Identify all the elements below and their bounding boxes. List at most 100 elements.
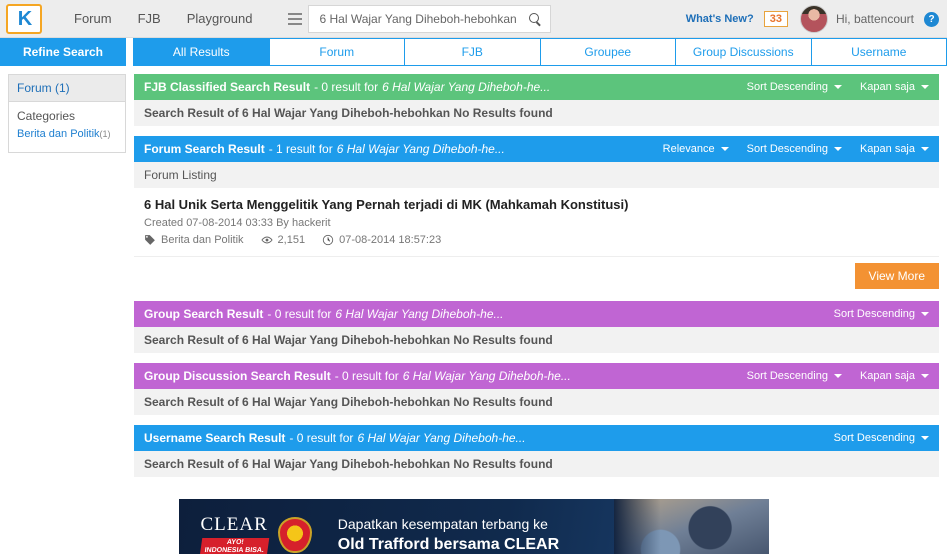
- clear-tagline-line1: AYO!: [225, 538, 244, 546]
- view-more-row: View More: [134, 257, 939, 291]
- tab-group-discussions[interactable]: Group Discussions: [676, 38, 812, 66]
- sort-descending-dropdown[interactable]: Sort Descending: [747, 143, 842, 155]
- sort-descending-dropdown[interactable]: Sort Descending: [834, 432, 929, 444]
- section-title: Group Discussion Search Result: [144, 369, 331, 383]
- header-right-area: What's New? 33 Hi, battencourt ?: [686, 0, 939, 38]
- section-controls: Sort Descending: [816, 432, 929, 444]
- chevron-down-icon: [720, 147, 729, 151]
- section-query: 6 Hal Wajar Yang Diheboh-he...: [336, 142, 505, 156]
- section-header-username: Username Search Result - 0 result for 6 …: [134, 425, 939, 451]
- search-box[interactable]: [308, 4, 552, 33]
- section-group: Group Search Result - 0 result for 6 Hal…: [134, 301, 939, 353]
- sort-descending-dropdown[interactable]: Sort Descending: [747, 81, 842, 93]
- section-no-results-note: Search Result of 6 Hal Wajar Yang Dihebo…: [134, 389, 939, 415]
- section-header-fjb: FJB Classified Search Result - 0 result …: [134, 74, 939, 100]
- notification-count-badge[interactable]: 33: [763, 11, 788, 27]
- sort-descending-dropdown[interactable]: Sort Descending: [747, 370, 842, 382]
- banner-ad-clear[interactable]: CLEAR AYO! INDONESIA BISA. Dapatkan kese…: [178, 499, 769, 554]
- banner-line-1: Dapatkan kesempatan terbang ke: [337, 515, 548, 532]
- result-category-label: Berita dan Politik: [161, 234, 244, 246]
- help-icon[interactable]: ?: [924, 11, 939, 27]
- relevance-label: Relevance: [662, 143, 715, 155]
- sidebar-category-count: (1): [99, 129, 111, 139]
- tab-all-results[interactable]: All Results: [133, 38, 270, 66]
- search-input[interactable]: [317, 10, 529, 27]
- section-result-count: - 1 result for: [268, 142, 333, 156]
- list-item[interactable]: 6 Hal Unik Serta Menggelitik Yang Pernah…: [134, 188, 939, 257]
- tab-groupee[interactable]: Groupee: [540, 38, 676, 66]
- hamburger-bar: [288, 17, 303, 20]
- section-title: Username Search Result: [144, 431, 286, 445]
- user-greeting[interactable]: Hi, battencourt: [836, 12, 914, 26]
- sort-descending-label: Sort Descending: [746, 81, 828, 93]
- banner-football-photo: [613, 499, 769, 554]
- clock-icon: [322, 234, 334, 246]
- refine-search-button[interactable]: Refine Search: [0, 38, 126, 66]
- sidebar-item-forum[interactable]: Forum (1): [9, 75, 125, 102]
- section-controls: Sort Descending: [816, 308, 929, 320]
- manchester-united-crest-icon: [277, 517, 312, 553]
- tab-fjb[interactable]: FJB: [405, 38, 541, 66]
- tab-bar: Refine Search All Results Forum FJB Grou…: [0, 38, 947, 66]
- search-icon[interactable]: [528, 12, 542, 26]
- relevance-dropdown[interactable]: Relevance: [663, 143, 729, 155]
- section-result-count: - 0 result for: [314, 80, 379, 94]
- result-category[interactable]: Berita dan Politik: [144, 234, 244, 246]
- section-controls: Relevance Sort Descending Kapan saja: [645, 143, 929, 155]
- section-title: Forum Search Result: [144, 142, 265, 156]
- tab-username[interactable]: Username: [811, 38, 947, 66]
- nav-item-fjb[interactable]: FJB: [138, 11, 161, 26]
- section-fjb: FJB Classified Search Result - 0 result …: [134, 74, 939, 126]
- section-query: 6 Hal Wajar Yang Diheboh-he...: [357, 431, 526, 445]
- search-area: [282, 4, 552, 33]
- sort-descending-label: Sort Descending: [746, 370, 828, 382]
- section-query: 6 Hal Wajar Yang Diheboh-he...: [402, 369, 571, 383]
- chevron-down-icon: [921, 85, 929, 89]
- section-group-discussion: Group Discussion Search Result - 0 resul…: [134, 363, 939, 415]
- view-more-button[interactable]: View More: [854, 263, 939, 289]
- time-filter-dropdown[interactable]: Kapan saja: [860, 143, 929, 155]
- page-body: Forum (1) Categories Berita dan Politik(…: [0, 66, 947, 487]
- avatar[interactable]: [799, 5, 828, 33]
- hamburger-bar: [288, 12, 303, 15]
- kaskus-logo[interactable]: K: [6, 3, 42, 34]
- section-no-results-note: Search Result of 6 Hal Wajar Yang Dihebo…: [134, 327, 939, 353]
- section-forum: Forum Search Result - 1 result for 6 Hal…: [134, 136, 939, 291]
- banner-brand-area: CLEAR AYO! INDONESIA BISA.: [179, 514, 312, 554]
- result-views-count: 2,151: [277, 234, 306, 246]
- sidebar-category-label: Berita dan Politik: [17, 128, 100, 140]
- forum-listing-label: Forum Listing: [134, 162, 939, 188]
- sort-descending-label: Sort Descending: [833, 432, 915, 444]
- sidebar-category-berita-dan-politik[interactable]: Berita dan Politik(1): [17, 128, 117, 140]
- whats-new-link[interactable]: What's New?: [686, 13, 754, 25]
- section-result-count: - 0 result for: [289, 431, 354, 445]
- tab-forum[interactable]: Forum: [269, 38, 405, 66]
- section-result-count: - 0 result for: [334, 369, 399, 383]
- section-no-results-note: Search Result of 6 Hal Wajar Yang Dihebo…: [134, 451, 939, 477]
- eye-icon: [260, 236, 273, 244]
- nav-item-forum[interactable]: Forum: [74, 11, 112, 26]
- banner-line-2: Old Trafford bersama CLEAR: [337, 535, 560, 553]
- section-header-group: Group Search Result - 0 result for 6 Hal…: [134, 301, 939, 327]
- sort-descending-dropdown[interactable]: Sort Descending: [834, 308, 929, 320]
- chevron-down-icon: [833, 374, 842, 378]
- banner-copy: Dapatkan kesempatan terbang ke Old Traff…: [338, 515, 559, 554]
- top-header: K Forum FJB Playground What's New? 33 Hi…: [0, 0, 947, 38]
- result-views: 2,151: [260, 234, 306, 246]
- clear-brand-tagline: AYO! INDONESIA BISA.: [199, 537, 270, 554]
- section-header-forum: Forum Search Result - 1 result for 6 Hal…: [134, 136, 939, 162]
- section-controls: Sort Descending Kapan saja: [729, 370, 929, 382]
- time-filter-label: Kapan saja: [859, 370, 915, 382]
- result-timestamp-label: 07-08-2014 18:57:23: [339, 234, 442, 246]
- hamburger-bar: [288, 22, 303, 25]
- hamburger-menu-icon[interactable]: [282, 5, 308, 33]
- section-query: 6 Hal Wajar Yang Diheboh-he...: [382, 80, 551, 94]
- time-filter-dropdown[interactable]: Kapan saja: [860, 370, 929, 382]
- result-timestamp: 07-08-2014 18:57:23: [322, 234, 441, 246]
- results-content: FJB Classified Search Result - 0 result …: [134, 74, 939, 487]
- nav-item-playground[interactable]: Playground: [187, 11, 253, 26]
- result-tag-row: Berita dan Politik 2,151 07-08-2014 18:5…: [144, 234, 929, 246]
- time-filter-dropdown[interactable]: Kapan saja: [860, 81, 929, 93]
- result-title-link[interactable]: 6 Hal Unik Serta Menggelitik Yang Pernah…: [144, 197, 929, 212]
- chevron-down-icon: [921, 374, 929, 378]
